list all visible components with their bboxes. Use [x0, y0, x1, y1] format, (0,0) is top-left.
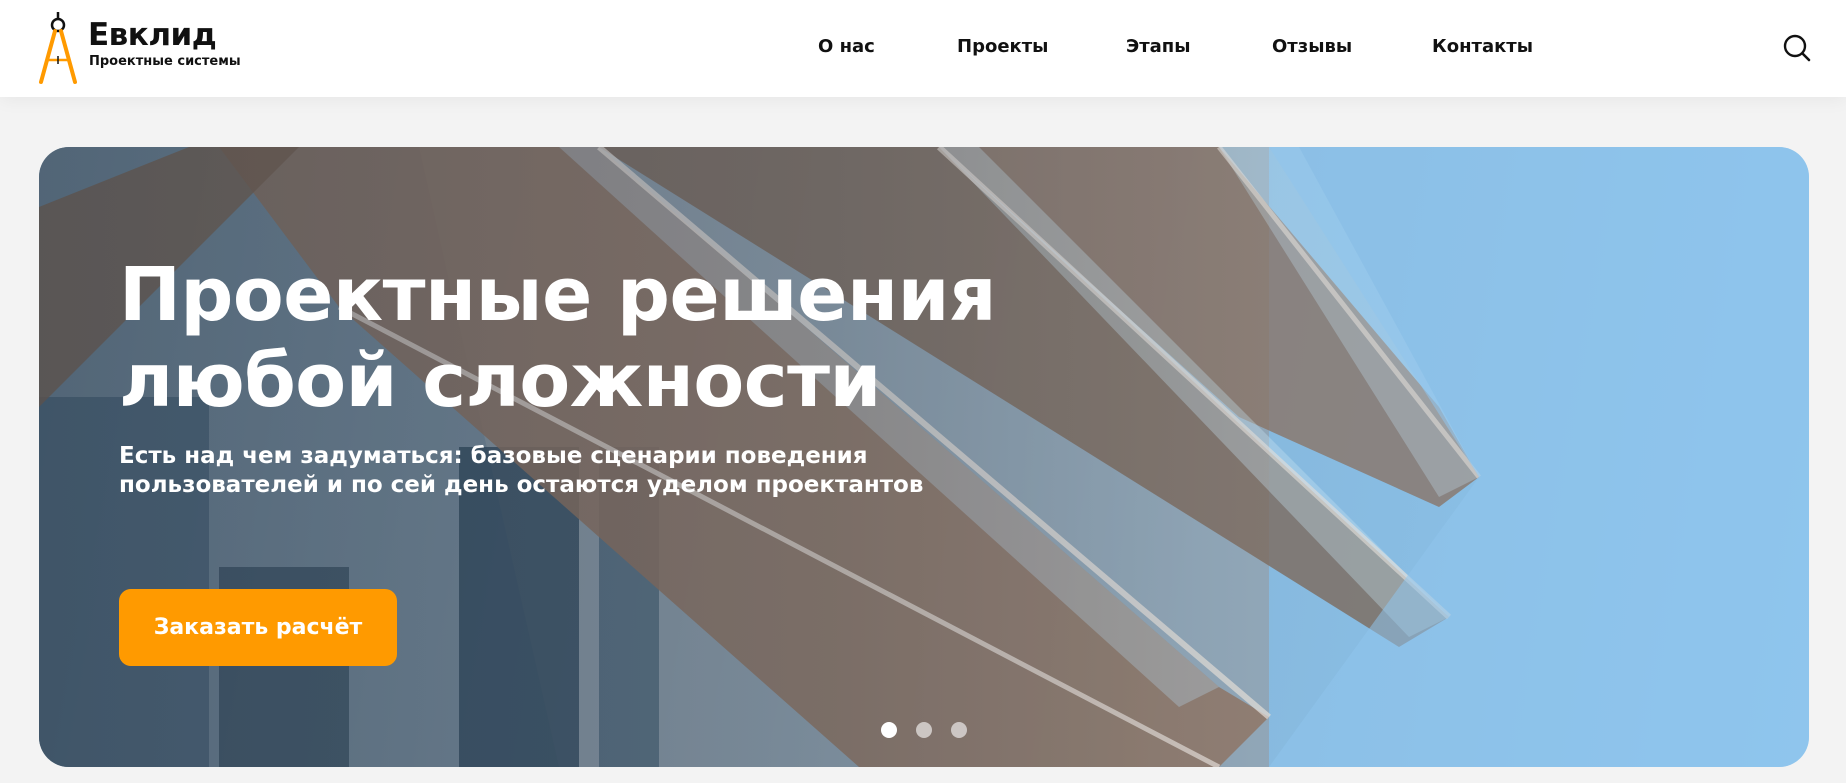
- hero-banner: Проектные решения любой сложности Есть н…: [39, 147, 1809, 767]
- slider-dot-3[interactable]: [951, 722, 967, 738]
- search-icon[interactable]: [1782, 33, 1812, 63]
- site-header: Евклид Проектные системы О нас Проекты Э…: [0, 0, 1846, 97]
- slider-dot-1[interactable]: [881, 722, 897, 738]
- hero-description: Есть над чем задуматься: базовые сценари…: [119, 442, 1019, 500]
- nav-item-projects[interactable]: Проекты: [957, 35, 1048, 59]
- hero-title: Проектные решения любой сложности: [119, 252, 1019, 424]
- main-nav: О нас Проекты Этапы Отзывы Контакты: [0, 0, 1846, 97]
- order-calculation-button[interactable]: Заказать расчёт: [119, 589, 397, 666]
- nav-item-stages[interactable]: Этапы: [1126, 35, 1191, 59]
- slider-dot-2[interactable]: [916, 722, 932, 738]
- hero-title-line-1: Проектные решения: [119, 252, 996, 338]
- hero-title-line-2: любой сложности: [119, 338, 881, 424]
- nav-item-contacts[interactable]: Контакты: [1432, 35, 1533, 59]
- hero-description-line-2: пользователей и по сей день остаются уде…: [119, 472, 924, 498]
- nav-item-about[interactable]: О нас: [818, 35, 875, 59]
- nav-item-reviews[interactable]: Отзывы: [1272, 35, 1352, 59]
- hero-description-line-1: Есть над чем задуматься: базовые сценари…: [119, 443, 868, 469]
